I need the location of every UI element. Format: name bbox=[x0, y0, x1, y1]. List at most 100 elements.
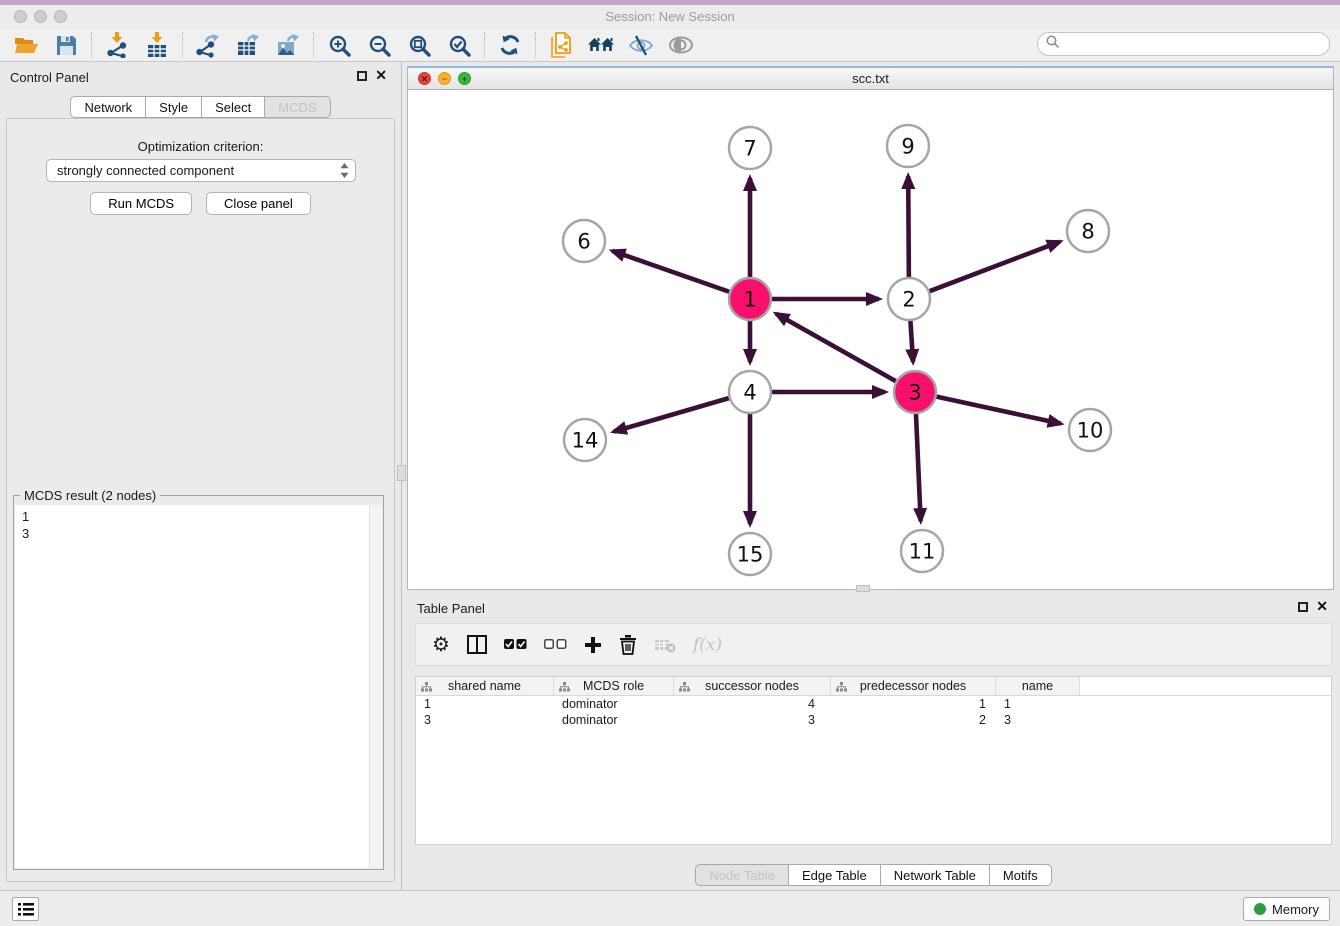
tab-motifs[interactable]: Motifs bbox=[989, 864, 1052, 886]
table-cell[interactable]: 3 bbox=[674, 712, 831, 728]
panel-splitter-handle[interactable] bbox=[397, 465, 406, 481]
hierarchy-icon bbox=[836, 681, 847, 695]
table-header-row: shared name MCDS role successor nodes prede… bbox=[416, 677, 1331, 696]
node-label-2: 2 bbox=[902, 287, 915, 311]
column-header-predecessor-nodes[interactable]: predecessor nodes bbox=[831, 677, 996, 695]
canvas-splitter-handle[interactable] bbox=[856, 585, 870, 592]
mcds-tab-content: Optimization criterion: strongly connect… bbox=[6, 118, 395, 882]
deselect-all-rows-icon[interactable] bbox=[544, 639, 567, 650]
table-cell[interactable]: 1 bbox=[831, 696, 996, 712]
close-table-panel-icon[interactable]: ✕ bbox=[1316, 598, 1328, 614]
column-header-shared-name[interactable]: shared name bbox=[416, 677, 554, 695]
node-label-1: 1 bbox=[743, 287, 756, 311]
node-label-3: 3 bbox=[908, 380, 921, 404]
zoom-in-icon[interactable] bbox=[319, 30, 359, 60]
import-network-icon[interactable] bbox=[97, 30, 137, 60]
open-session-icon[interactable] bbox=[6, 30, 46, 60]
window-titlebar: Session: New Session bbox=[0, 5, 1340, 29]
toolbar-separator bbox=[535, 32, 536, 58]
search-icon bbox=[1046, 35, 1059, 53]
table-cell[interactable]: 3 bbox=[996, 712, 1080, 728]
export-network-icon[interactable] bbox=[188, 30, 228, 60]
table-row[interactable]: 1dominator411 bbox=[416, 696, 1331, 712]
node-label-11: 11 bbox=[909, 539, 936, 563]
table-cell[interactable]: 2 bbox=[831, 712, 996, 728]
window-title: Session: New Session bbox=[0, 9, 1340, 24]
control-panel-title: Control Panel bbox=[10, 70, 89, 85]
float-panel-icon[interactable] bbox=[357, 71, 367, 81]
table-cell[interactable]: 1 bbox=[996, 696, 1080, 712]
zoom-out-icon[interactable] bbox=[359, 30, 399, 60]
network-window-title: scc.txt bbox=[408, 71, 1333, 86]
table-options-icon[interactable]: ⚙ bbox=[432, 635, 450, 655]
edge-4-14[interactable] bbox=[614, 398, 729, 431]
table-cell[interactable]: dominator bbox=[554, 696, 674, 712]
control-panel-tabbar: NetworkStyleSelectMCDS bbox=[0, 96, 401, 118]
tab-select[interactable]: Select bbox=[201, 96, 265, 118]
table-cell[interactable]: 1 bbox=[416, 696, 554, 712]
show-columns-icon[interactable] bbox=[467, 635, 487, 654]
edge-3-11[interactable] bbox=[916, 414, 921, 521]
tab-mcds[interactable]: MCDS bbox=[264, 96, 330, 118]
apply-layout-icon[interactable] bbox=[490, 30, 530, 60]
table-tabbar: Node TableEdge TableNetwork TableMotifs bbox=[407, 864, 1340, 886]
status-bar: Memory bbox=[0, 890, 1340, 926]
edge-2-9[interactable] bbox=[908, 176, 909, 277]
task-history-button[interactable] bbox=[12, 897, 39, 921]
header-filler bbox=[1080, 677, 1331, 695]
edge-3-10[interactable] bbox=[936, 397, 1060, 424]
memory-button[interactable]: Memory bbox=[1243, 897, 1330, 921]
network-canvas[interactable]: 7968124314101511 bbox=[408, 91, 1333, 589]
mcds-result-text[interactable]: 1 3 bbox=[15, 505, 369, 868]
zoom-selected-icon[interactable] bbox=[439, 30, 479, 60]
hide-selected-icon[interactable] bbox=[621, 30, 661, 60]
float-table-panel-icon[interactable] bbox=[1298, 602, 1308, 612]
select-all-rows-icon[interactable] bbox=[504, 639, 527, 650]
run-mcds-button[interactable]: Run MCDS bbox=[90, 192, 192, 215]
apply-function-icon[interactable]: f(x) bbox=[693, 635, 722, 655]
result-scrollbar[interactable] bbox=[369, 505, 382, 868]
toolbar-separator bbox=[313, 32, 314, 58]
import-table-icon[interactable] bbox=[137, 30, 177, 60]
close-panel-button[interactable]: Close panel bbox=[206, 192, 311, 215]
new-network-from-selection-icon[interactable] bbox=[541, 30, 581, 60]
criterion-select[interactable]: strongly connected component bbox=[46, 159, 356, 182]
network-view-window: ✕ − + scc.txt 7968124314101511 bbox=[407, 66, 1334, 590]
search-input[interactable] bbox=[1059, 34, 1329, 54]
delete-columns-icon[interactable] bbox=[619, 634, 637, 655]
edge-3-1[interactable] bbox=[776, 314, 896, 381]
search-field[interactable] bbox=[1037, 32, 1330, 56]
home-icon[interactable] bbox=[581, 30, 621, 60]
export-table-icon[interactable] bbox=[228, 30, 268, 60]
table-cell[interactable]: 4 bbox=[674, 696, 831, 712]
network-window-titlebar[interactable]: ✕ − + scc.txt bbox=[408, 68, 1333, 90]
column-header-label: shared name bbox=[448, 679, 521, 693]
column-header-label: name bbox=[1022, 679, 1053, 693]
node-label-7: 7 bbox=[743, 136, 756, 160]
show-all-icon[interactable] bbox=[661, 30, 701, 60]
edge-1-6[interactable] bbox=[612, 251, 729, 292]
tab-edge-table[interactable]: Edge Table bbox=[788, 864, 881, 886]
zoom-fit-icon[interactable] bbox=[399, 30, 439, 60]
tab-network[interactable]: Network bbox=[70, 96, 146, 118]
save-session-icon[interactable] bbox=[46, 30, 86, 60]
tab-style[interactable]: Style bbox=[145, 96, 202, 118]
column-header-name[interactable]: name bbox=[996, 677, 1080, 695]
close-panel-icon[interactable]: ✕ bbox=[375, 67, 387, 83]
edge-2-8[interactable] bbox=[930, 242, 1060, 292]
column-header-successor-nodes[interactable]: successor nodes bbox=[674, 677, 831, 695]
column-header-mcds-role[interactable]: MCDS role bbox=[554, 677, 674, 695]
table-cell[interactable]: dominator bbox=[554, 712, 674, 728]
hierarchy-icon bbox=[559, 681, 570, 695]
node-label-15: 15 bbox=[737, 542, 764, 566]
export-image-icon[interactable] bbox=[268, 30, 308, 60]
table-cell[interactable]: 3 bbox=[416, 712, 554, 728]
table-row[interactable]: 3dominator323 bbox=[416, 712, 1331, 728]
column-header-label: successor nodes bbox=[705, 679, 799, 693]
control-panel: Control Panel ✕ NetworkStyleSelectMCDS O… bbox=[0, 62, 402, 890]
add-column-icon[interactable] bbox=[584, 636, 602, 654]
delete-table-icon[interactable] bbox=[654, 637, 676, 653]
tab-node-table[interactable]: Node Table bbox=[695, 864, 789, 886]
edge-2-3[interactable] bbox=[910, 321, 913, 362]
tab-network-table[interactable]: Network Table bbox=[880, 864, 990, 886]
